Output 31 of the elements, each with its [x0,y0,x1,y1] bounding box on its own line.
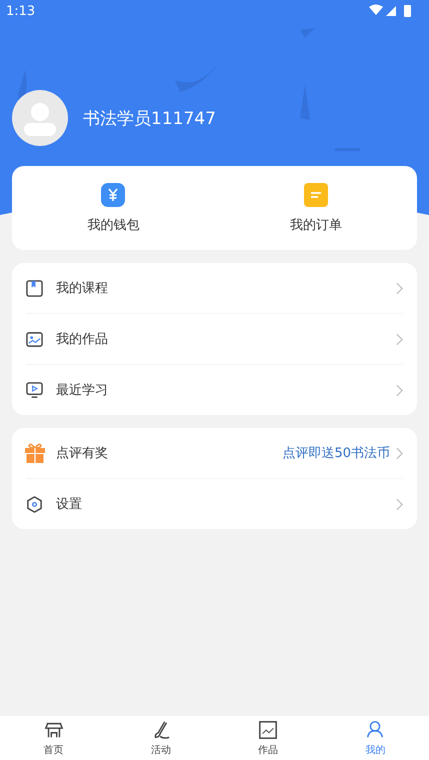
tab[interactable]: 我的 [322,716,429,760]
user-name: 书法学员111747 [83,108,216,130]
chevron-right-icon [396,498,403,510]
quick-action[interactable]: 我的订单 [214,166,417,250]
order-icon [304,182,328,206]
status-time: 1:13 [6,4,36,18]
tab[interactable]: 活动 [107,716,214,760]
menu-item[interactable]: 点评有奖 点评即送50书法币 [26,428,403,479]
chevron-right-icon [396,332,403,346]
chevron-right-icon [396,446,403,460]
quick-action-label: 我的钱包 [87,216,140,234]
settings-icon [26,496,43,512]
menu-item[interactable]: 设置 [26,479,403,529]
image-icon [26,330,43,348]
book-icon [26,280,43,296]
tab[interactable]: 首页 [0,716,108,760]
avatar-icon[interactable] [12,90,68,146]
quick-action-label: 我的订单 [290,216,342,234]
reward-note: 点评即送50书法币 [282,445,390,462]
menu-item[interactable]: 最近学习 [26,365,403,415]
monitor-play-icon [26,382,43,398]
chevron-right-icon [396,282,403,294]
user-icon [365,720,386,740]
wallet-icon [101,182,126,206]
gift-icon [24,442,46,464]
menu-item[interactable]: 我的作品 [26,314,403,365]
quick-action[interactable]: 我的钱包 [12,166,214,250]
chevron-right-icon [396,384,403,396]
menu-item[interactable]: 我的课程 [26,263,403,314]
tab[interactable]: 作品 [214,716,322,760]
picture-frame-icon [258,720,278,740]
